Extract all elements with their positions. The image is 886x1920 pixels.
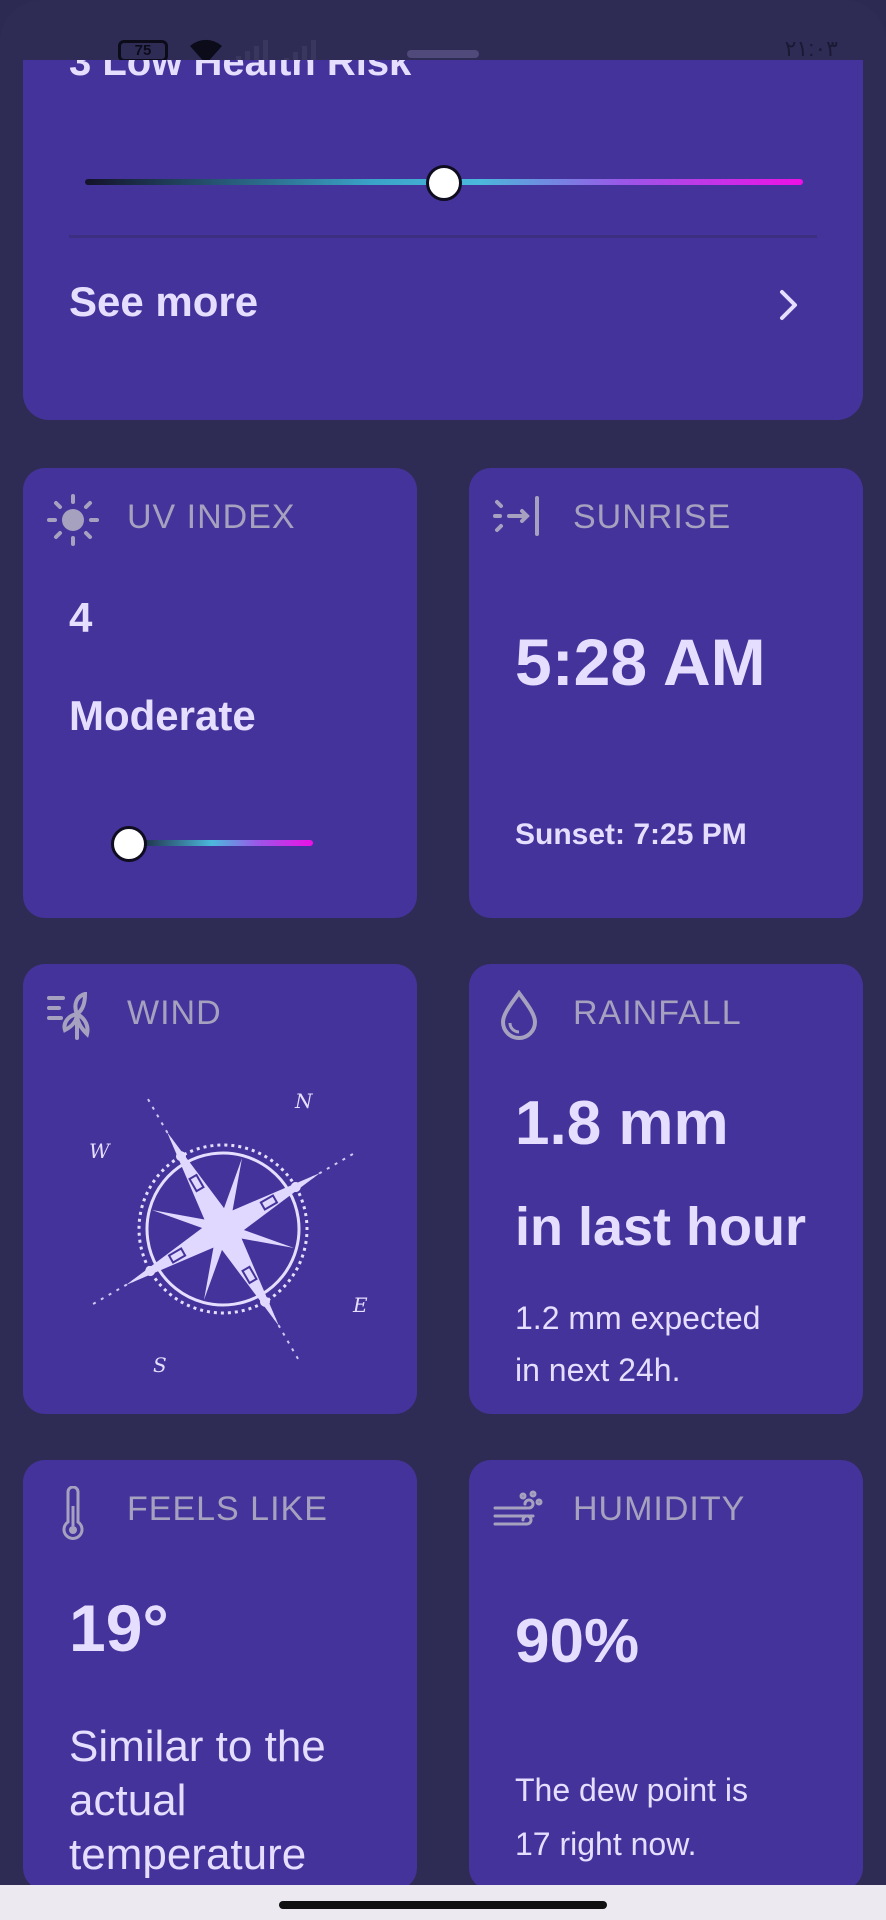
compass-label-e: E bbox=[352, 1293, 368, 1317]
battery-icon: 75 bbox=[118, 40, 168, 62]
sunset-time: Sunset: 7:25 PM bbox=[515, 818, 747, 851]
see-more-link[interactable]: See more bbox=[69, 278, 258, 326]
chevron-right-icon[interactable] bbox=[777, 288, 801, 322]
weather-details-sheet: 75 ٢١:٠٣ 3 Low Health Risk See more UV I… bbox=[0, 0, 886, 1885]
sunrise-time: 5:28 AM bbox=[515, 625, 766, 699]
wind-turbine-icon bbox=[47, 992, 90, 1040]
status-time: ٢١:٠٣ bbox=[784, 36, 838, 61]
health-risk-title-clip: 3 Low Health Risk bbox=[23, 60, 863, 108]
divider bbox=[69, 235, 817, 238]
home-indicator[interactable] bbox=[279, 1901, 607, 1909]
uv-index-title: UV INDEX bbox=[127, 498, 296, 536]
humidity-card[interactable]: HUMIDITY 90% The dew point is 17 right n… bbox=[469, 1460, 863, 1885]
wind-card[interactable]: WIND N E S W bbox=[23, 964, 417, 1414]
humidity-icon bbox=[493, 1490, 543, 1526]
rainfall-forecast-line1: 1.2 mm expected bbox=[515, 1300, 761, 1336]
health-risk-card: 3 Low Health Risk See more bbox=[23, 60, 863, 420]
sun-icon bbox=[47, 494, 99, 546]
uv-index-value: 4 bbox=[69, 594, 93, 641]
uv-index-level: Moderate bbox=[69, 692, 256, 739]
compass-icon: N E S W bbox=[89, 1089, 368, 1377]
feels-like-card[interactable]: FEELS LIKE 19° Similar to the actual tem… bbox=[23, 1460, 417, 1885]
wind-title: WIND bbox=[127, 994, 222, 1032]
health-risk-title: 3 Low Health Risk bbox=[69, 60, 412, 84]
feels-like-title: FEELS LIKE bbox=[127, 1490, 328, 1528]
rainfall-card[interactable]: RAINFALL 1.8 mm in last hour 1.2 mm expe… bbox=[469, 964, 863, 1414]
humidity-value: 90% bbox=[515, 1607, 640, 1676]
rainfall-forecast-line2: in next 24h. bbox=[515, 1352, 681, 1388]
uv-index-slider-track bbox=[129, 840, 313, 846]
rainfall-period: in last hour bbox=[515, 1197, 807, 1257]
sunrise-card[interactable]: SUNRISE 5:28 AM Sunset: 7:25 PM bbox=[469, 468, 863, 918]
uv-index-slider-thumb[interactable] bbox=[111, 826, 147, 862]
uv-index-card[interactable]: UV INDEX 4 Moderate bbox=[23, 468, 417, 918]
feels-like-desc-line3: temperature bbox=[69, 1830, 307, 1879]
sheet-drag-handle[interactable] bbox=[407, 50, 479, 58]
dew-point-line2: 17 right now. bbox=[515, 1826, 697, 1862]
compass-label-w: W bbox=[89, 1139, 111, 1163]
feels-like-desc-line2: actual bbox=[69, 1776, 187, 1825]
humidity-title: HUMIDITY bbox=[573, 1490, 746, 1528]
water-drop-icon bbox=[500, 990, 538, 1040]
battery-level: 75 bbox=[134, 42, 152, 59]
health-risk-slider-thumb[interactable] bbox=[426, 165, 462, 201]
compass-label-n: N bbox=[294, 1089, 314, 1113]
rainfall-amount: 1.8 mm bbox=[515, 1089, 729, 1158]
dew-point-line1: The dew point is bbox=[515, 1772, 749, 1808]
sunrise-title: SUNRISE bbox=[573, 498, 732, 536]
feels-like-desc-line1: Similar to the bbox=[69, 1722, 326, 1771]
thermometer-icon bbox=[62, 1486, 84, 1540]
sunrise-icon bbox=[493, 496, 539, 536]
compass-label-s: S bbox=[153, 1353, 167, 1377]
feels-like-value: 19° bbox=[69, 1591, 169, 1665]
rainfall-title: RAINFALL bbox=[573, 994, 742, 1032]
